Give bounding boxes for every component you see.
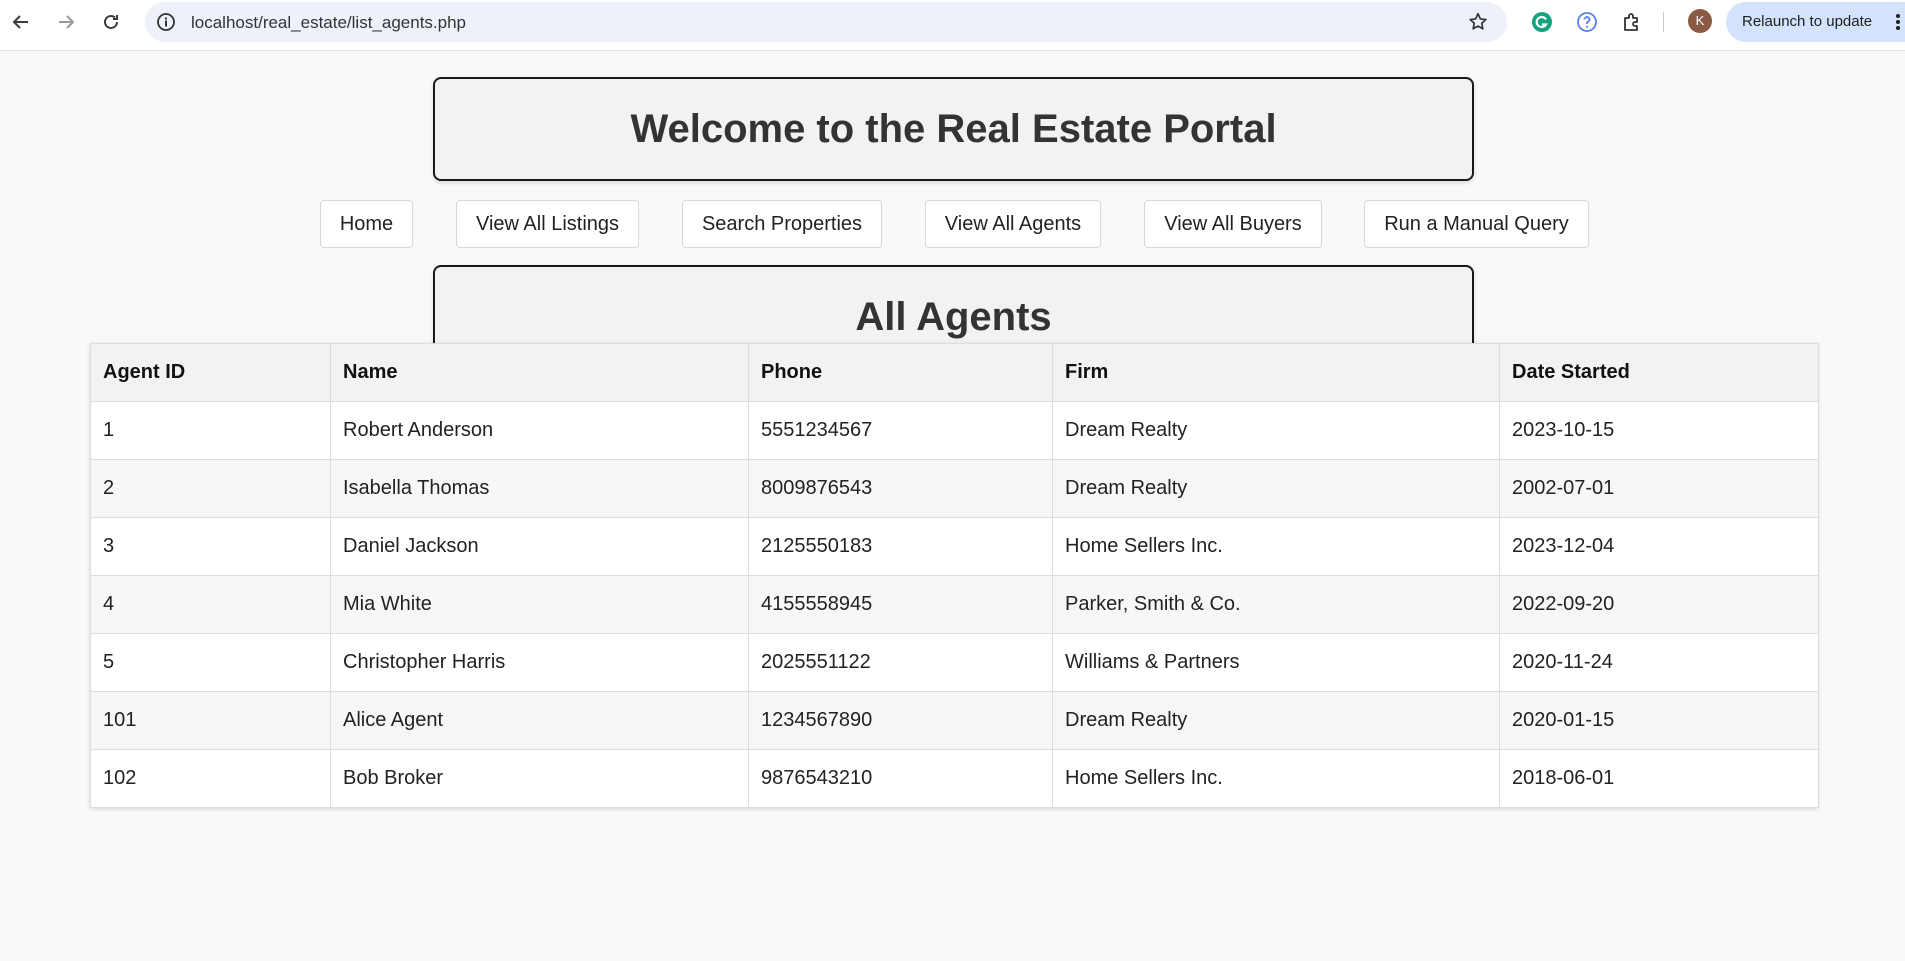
nav-view-all-buyers-button[interactable]: View All Buyers <box>1144 200 1322 248</box>
cell-agent-id: 4 <box>90 575 331 634</box>
cell-firm: Home Sellers Inc. <box>1052 749 1500 808</box>
cell-agent-id: 5 <box>90 633 331 692</box>
section-title: All Agents <box>855 294 1052 339</box>
grammarly-icon[interactable] <box>1530 10 1554 34</box>
cell-date-started: 2022-09-20 <box>1499 575 1819 634</box>
cell-name: Christopher Harris <box>330 633 749 692</box>
cell-phone: 2125550183 <box>748 517 1053 576</box>
column-header-date-started: Date Started <box>1499 343 1819 402</box>
cell-name: Alice Agent <box>330 691 749 750</box>
nav-view-all-agents-button[interactable]: View All Agents <box>925 200 1101 248</box>
cell-date-started: 2023-10-15 <box>1499 401 1819 460</box>
cell-agent-id: 101 <box>90 691 331 750</box>
cell-agent-id: 102 <box>90 749 331 808</box>
cell-date-started: 2020-01-15 <box>1499 691 1819 750</box>
table-row: 1 Robert Anderson 5551234567 Dream Realt… <box>90 401 1819 460</box>
table-row: 2 Isabella Thomas 8009876543 Dream Realt… <box>90 459 1819 518</box>
relaunch-label: Relaunch to update <box>1742 13 1873 30</box>
cell-date-started: 2002-07-01 <box>1499 459 1819 518</box>
profile-avatar[interactable]: K <box>1688 9 1712 33</box>
url-text[interactable]: localhost/real_estate/list_agents.php <box>191 13 466 33</box>
cell-agent-id: 3 <box>90 517 331 576</box>
back-icon[interactable] <box>8 9 34 35</box>
cell-firm: Home Sellers Inc. <box>1052 517 1500 576</box>
more-menu-icon[interactable] <box>1893 12 1903 32</box>
cell-name: Robert Anderson <box>330 401 749 460</box>
cell-firm: Williams & Partners <box>1052 633 1500 692</box>
table-row: 4 Mia White 4155558945 Parker, Smith & C… <box>90 575 1819 634</box>
cell-firm: Dream Realty <box>1052 691 1500 750</box>
toolbar-divider <box>1663 12 1664 32</box>
cell-phone: 9876543210 <box>748 749 1053 808</box>
cell-firm: Parker, Smith & Co. <box>1052 575 1500 634</box>
table-row: 3 Daniel Jackson 2125550183 Home Sellers… <box>90 517 1819 576</box>
nav-run-manual-query-button[interactable]: Run a Manual Query <box>1364 200 1589 248</box>
table-row: 102 Bob Broker 9876543210 Home Sellers I… <box>90 749 1819 808</box>
cell-phone: 4155558945 <box>748 575 1053 634</box>
site-info-icon[interactable] <box>156 12 176 32</box>
cell-date-started: 2018-06-01 <box>1499 749 1819 808</box>
site-header: Welcome to the Real Estate Portal <box>433 77 1474 181</box>
cell-name: Mia White <box>330 575 749 634</box>
nav-home-button[interactable]: Home <box>320 200 413 248</box>
forward-icon[interactable] <box>53 9 79 35</box>
column-header-phone: Phone <box>748 343 1053 402</box>
bookmark-star-icon[interactable] <box>1467 11 1489 33</box>
cell-agent-id: 2 <box>90 459 331 518</box>
table-row: 5 Christopher Harris 2025551122 Williams… <box>90 633 1819 692</box>
help-icon[interactable] <box>1575 10 1599 34</box>
address-bar[interactable]: localhost/real_estate/list_agents.php <box>145 2 1507 42</box>
column-header-firm: Firm <box>1052 343 1500 402</box>
cell-phone: 5551234567 <box>748 401 1053 460</box>
cell-phone: 2025551122 <box>748 633 1053 692</box>
cell-date-started: 2023-12-04 <box>1499 517 1819 576</box>
cell-agent-id: 1 <box>90 401 331 460</box>
table-header-row: Agent ID Name Phone Firm Date Started <box>90 343 1819 402</box>
reload-icon[interactable] <box>98 9 124 35</box>
cell-phone: 8009876543 <box>748 459 1053 518</box>
extensions-puzzle-icon[interactable] <box>1620 10 1644 34</box>
cell-firm: Dream Realty <box>1052 459 1500 518</box>
cell-firm: Dream Realty <box>1052 401 1500 460</box>
nav-view-all-listings-button[interactable]: View All Listings <box>456 200 639 248</box>
table-row: 101 Alice Agent 1234567890 Dream Realty … <box>90 691 1819 750</box>
browser-toolbar: localhost/real_estate/list_agents.php K … <box>0 0 1905 51</box>
relaunch-button[interactable]: Relaunch to update <box>1726 2 1905 42</box>
agents-table-container: Agent ID Name Phone Firm Date Started 1 … <box>90 343 1819 808</box>
column-header-agent-id: Agent ID <box>90 343 331 402</box>
column-header-name: Name <box>330 343 749 402</box>
agents-table: Agent ID Name Phone Firm Date Started 1 … <box>90 343 1819 808</box>
cell-phone: 1234567890 <box>748 691 1053 750</box>
main-nav: Home View All Listings Search Properties… <box>0 200 1905 250</box>
cell-name: Bob Broker <box>330 749 749 808</box>
cell-date-started: 2020-11-24 <box>1499 633 1819 692</box>
nav-search-properties-button[interactable]: Search Properties <box>682 200 882 248</box>
cell-name: Daniel Jackson <box>330 517 749 576</box>
site-title: Welcome to the Real Estate Portal <box>630 106 1277 151</box>
cell-name: Isabella Thomas <box>330 459 749 518</box>
